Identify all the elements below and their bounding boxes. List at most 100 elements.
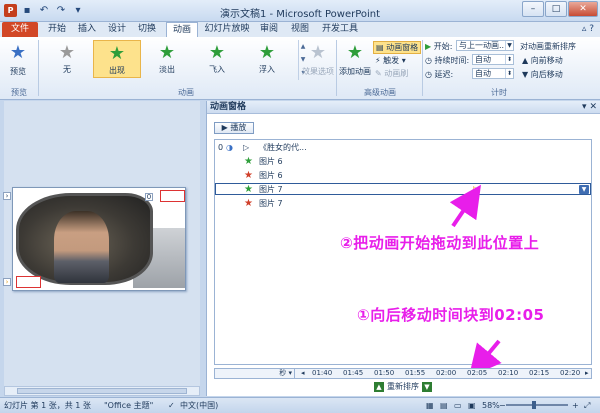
effect-options-button[interactable]: ★ 效果选项: [300, 40, 336, 84]
view-reading-icon[interactable]: ▭: [454, 398, 462, 413]
group-separator: [38, 40, 39, 96]
zoom-out-icon[interactable]: −: [499, 398, 506, 413]
tab-slideshow[interactable]: 幻灯片放映: [203, 22, 251, 37]
tab-file[interactable]: 文件: [2, 22, 38, 37]
move-later-button[interactable]: ▼ 向后移动: [522, 69, 563, 80]
language: 中文(中国): [180, 401, 219, 410]
list-item[interactable]: ★ 图片 6: [215, 170, 591, 182]
item-index: 0: [218, 143, 224, 152]
timeline-unit[interactable]: 秒 ▾: [215, 369, 295, 378]
duration-spinner[interactable]: 自动 ⬍: [472, 54, 514, 65]
zoom-slider-knob[interactable]: [532, 401, 536, 409]
help-icon[interactable]: ▵ ?: [582, 24, 594, 34]
window-title: 演示文稿1 - Microsoft PowerPoint: [219, 9, 381, 20]
slide-thumbnail[interactable]: 0: [12, 187, 186, 291]
theme-name: "Office 主题": [104, 401, 154, 410]
logo-image: [16, 276, 41, 288]
item-dropdown-icon[interactable]: ▼: [579, 185, 589, 194]
slide-marker-icon: ›: [3, 192, 11, 200]
tab-developer[interactable]: 开发工具: [318, 22, 362, 37]
reorder-label: 重新排序: [387, 382, 419, 391]
tab-animations[interactable]: 动画: [166, 22, 198, 38]
annotation-drag-text: ②把动画开始拖动到此位置上: [340, 234, 540, 252]
trigger-button[interactable]: ⚡ 触发 ▾: [375, 55, 406, 66]
logo-image: [160, 190, 185, 202]
chevron-down-icon: ▼: [505, 41, 513, 50]
preview-button[interactable]: ★ 预览: [2, 40, 34, 84]
list-item[interactable]: ★ 图片 6: [215, 156, 591, 168]
preview-label: 预览: [10, 67, 26, 76]
animation-painter-button[interactable]: ✎ 动画刷: [375, 68, 408, 79]
view-normal-icon[interactable]: ▦: [426, 398, 434, 413]
timeline-tick: 01:40: [312, 369, 333, 377]
tab-home[interactable]: 开始: [44, 22, 70, 37]
zoom-in-icon[interactable]: +: [572, 398, 579, 413]
start-value: 与上一动画...: [459, 41, 507, 50]
animation-fly-in[interactable]: ★ 飞入: [193, 40, 241, 78]
ribbon-tabs: 文件 开始 插入 设计 切换 动画 幻灯片放映 审阅 视图 开发工具 ▵ ?: [0, 22, 600, 38]
add-animation-button[interactable]: ★ 添加动画: [338, 40, 372, 84]
timeline-tick: 02:15: [529, 369, 550, 377]
delay-value: 自动: [475, 69, 491, 78]
view-slideshow-icon[interactable]: ▣: [468, 398, 476, 413]
animation-float-in[interactable]: ★ 浮入: [243, 40, 291, 78]
item-label: 图片 6: [259, 157, 283, 166]
timing-block-icon[interactable]: ▷: [473, 184, 480, 196]
minimize-button[interactable]: –: [522, 1, 544, 17]
play-trigger-icon: ▷: [243, 143, 250, 152]
animation-appear[interactable]: ★ 出现: [93, 40, 141, 78]
zoom-slider[interactable]: [506, 401, 568, 409]
tab-insert[interactable]: 插入: [74, 22, 100, 37]
timeline-right-arrow[interactable]: ▸: [585, 369, 589, 378]
close-button[interactable]: ✕: [568, 1, 598, 17]
tab-view[interactable]: 视图: [287, 22, 313, 37]
timeline-left-arrow[interactable]: ◂: [301, 369, 305, 378]
tab-design[interactable]: 设计: [104, 22, 130, 37]
reorder-up-icon[interactable]: ▲: [374, 381, 384, 392]
timeline-tick: 02:05: [467, 369, 488, 377]
animation-gallery: ★ 无 ★ 出现 ★ 淡出 ★ 飞入 ★ 浮入: [43, 40, 296, 80]
zoom-level[interactable]: 58%: [482, 398, 500, 413]
list-item[interactable]: 0 ◑ ▷ 《胜女的代...: [215, 142, 591, 154]
view-sorter-icon[interactable]: ▤: [440, 398, 448, 413]
delay-label: ◷ 延迟:: [425, 70, 454, 79]
ribbon: ★ 预览 预览 ★ 无 ★ 出现 ★ 淡出 ★ 飞入 ★ 浮入 ▲ ▼ ▾ ★: [0, 37, 600, 100]
move-earlier-button[interactable]: ▲ 向前移动: [522, 55, 563, 66]
scrollbar-thumb[interactable]: [17, 388, 187, 394]
move-earlier-label: 向前移动: [530, 56, 563, 65]
item-label: 图片 6: [259, 171, 283, 180]
maximize-button[interactable]: □: [545, 1, 567, 17]
reorder-down-icon[interactable]: ▼: [422, 381, 432, 392]
timeline-tick: 02:10: [498, 369, 519, 377]
star-icon: ★: [244, 198, 253, 209]
spellcheck-icon[interactable]: ✓: [168, 398, 175, 413]
delay-spinner[interactable]: 自动 ⬍: [472, 68, 514, 79]
mouse-icon: ◑: [226, 143, 233, 152]
play-button[interactable]: ▶ 播放: [214, 122, 254, 134]
animation-pane-label: 动画窗格: [386, 43, 419, 52]
animation-label: 浮入: [259, 65, 275, 74]
list-item-selected[interactable]: ★ 图片 7 ▷ ▼: [215, 183, 591, 195]
tab-transitions[interactable]: 切换: [134, 22, 160, 37]
title-bar: P ▪ ↶ ↷ ▾ 演示文稿1 - Microsoft PowerPoint –…: [0, 0, 600, 22]
animation-pane-icon: ▤: [376, 43, 387, 52]
star-gray-icon: ★: [58, 42, 76, 63]
start-dropdown[interactable]: 与上一动画... ▼: [456, 40, 514, 51]
timeline-ruler[interactable]: 秒 ▾ ◂ 01:40 01:45 01:50 01:55 02:00 02:0…: [214, 368, 592, 379]
fit-window-icon[interactable]: ⤢: [584, 398, 590, 413]
list-item[interactable]: ★ 图片 7: [215, 198, 591, 210]
spinner-icon: ⬍: [505, 69, 513, 78]
close-icon[interactable]: ✕: [589, 102, 597, 112]
move-later-label: 向后移动: [530, 70, 563, 79]
add-animation-icon: ★: [346, 42, 364, 63]
tab-review[interactable]: 审阅: [256, 22, 282, 37]
animation-none[interactable]: ★ 无: [43, 40, 91, 78]
animation-label: 无: [63, 65, 71, 74]
horizontal-scrollbar[interactable]: [4, 386, 200, 396]
animation-pane-button[interactable]: ▤ 动画窗格: [373, 41, 422, 54]
timeline-tick: 02:20: [560, 369, 581, 377]
trigger-icon: ⚡: [375, 56, 384, 65]
animation-fade[interactable]: ★ 淡出: [143, 40, 191, 78]
chevron-down-icon[interactable]: ▾: [582, 102, 587, 112]
star-icon: ★: [244, 156, 253, 167]
